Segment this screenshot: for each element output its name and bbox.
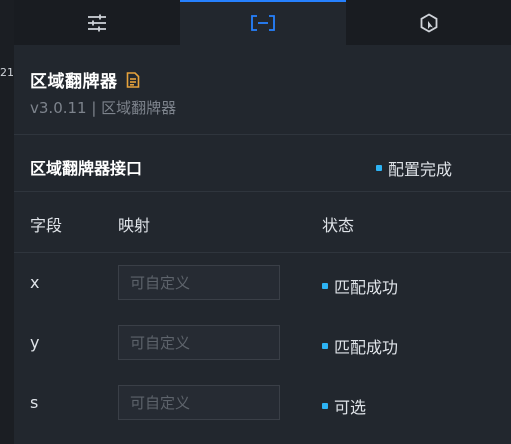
tab-settings[interactable] bbox=[14, 0, 180, 45]
match-status-text: 匹配成功 bbox=[334, 338, 399, 357]
component-header: 区域翻牌器 v3.0.11 | 区域翻牌器 bbox=[14, 45, 511, 135]
mapping-input[interactable] bbox=[118, 385, 280, 420]
table-row: y 匹配成功 bbox=[14, 313, 511, 373]
document-icon[interactable] bbox=[126, 71, 140, 88]
match-status-text: 可选 bbox=[334, 398, 367, 417]
bracket-data-icon bbox=[251, 14, 275, 31]
status-dot-icon bbox=[322, 403, 328, 409]
background-canvas-edge: 21 bbox=[0, 0, 14, 444]
header-field: 字段 bbox=[30, 216, 63, 235]
sliders-icon bbox=[87, 14, 107, 32]
table-row: x 匹配成功 bbox=[14, 253, 511, 313]
version-subtitle: v3.0.11 | 区域翻牌器 bbox=[30, 99, 177, 117]
table-header: 字段 映射 状态 bbox=[14, 192, 511, 253]
match-status: 匹配成功 bbox=[322, 334, 398, 358]
match-status-text: 匹配成功 bbox=[334, 278, 399, 297]
header-status: 状态 bbox=[322, 216, 355, 235]
app-root: 21 区域翻牌器 v3.0.11 | 区域翻牌器 区域翻牌器接口 配置完成 字段… bbox=[0, 0, 511, 444]
tab-data[interactable] bbox=[180, 0, 346, 45]
tab-interaction[interactable] bbox=[346, 0, 511, 45]
status-dot-icon bbox=[322, 343, 328, 349]
config-status-text: 配置完成 bbox=[388, 160, 453, 179]
component-title: 区域翻牌器 bbox=[30, 72, 118, 92]
field-name: x bbox=[30, 273, 40, 292]
status-dot-icon bbox=[322, 283, 328, 289]
match-status: 匹配成功 bbox=[322, 274, 398, 298]
mapping-input[interactable] bbox=[118, 325, 280, 360]
config-status: 配置完成 bbox=[376, 156, 452, 180]
field-name: s bbox=[30, 393, 39, 412]
mapping-input[interactable] bbox=[118, 265, 280, 300]
header-mapping: 映射 bbox=[118, 216, 151, 235]
interface-title: 区域翻牌器接口 bbox=[30, 159, 143, 178]
interface-section-header: 区域翻牌器接口 配置完成 bbox=[14, 135, 511, 192]
title-row: 区域翻牌器 bbox=[30, 67, 140, 92]
canvas-edge-text: 21 bbox=[0, 66, 14, 79]
panel-tab-bar bbox=[14, 0, 511, 45]
table-row: s 可选 bbox=[14, 373, 511, 433]
field-name: y bbox=[30, 333, 40, 352]
interaction-icon bbox=[419, 12, 439, 33]
status-dot-icon bbox=[376, 165, 382, 171]
match-status: 可选 bbox=[322, 394, 366, 418]
